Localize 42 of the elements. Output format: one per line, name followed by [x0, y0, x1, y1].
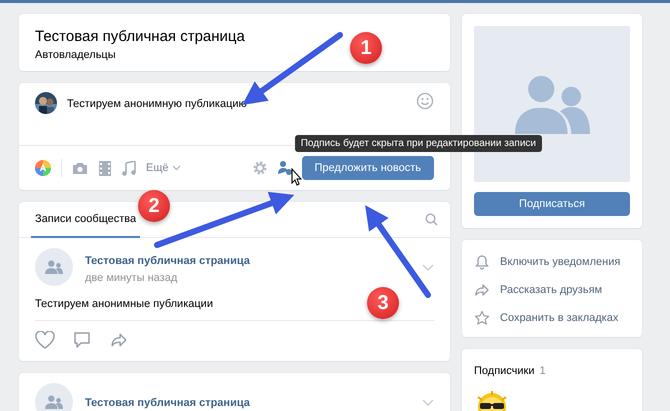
chevron-down-icon	[172, 165, 181, 171]
post-text: Тестируем анонимные публикации	[35, 298, 213, 310]
music-icon[interactable]	[122, 160, 136, 176]
chevron-down-icon[interactable]	[422, 398, 434, 406]
group-icon	[514, 74, 590, 134]
share-icon[interactable]	[109, 331, 129, 349]
palette-icon[interactable]	[35, 160, 51, 176]
more-button[interactable]: Ещё	[146, 162, 181, 174]
suggest-news-button[interactable]: Предложить новость	[302, 156, 434, 180]
post-author-link[interactable]: Тестовая публичная страница	[85, 254, 250, 266]
heart-icon[interactable]	[35, 331, 55, 349]
star-icon	[474, 310, 490, 326]
followers-count: 1	[540, 365, 546, 377]
smiley-icon[interactable]	[416, 92, 434, 110]
group-avatar[interactable]	[35, 248, 73, 286]
camera-icon[interactable]	[72, 161, 88, 175]
sidebar-action-link[interactable]: Рассказать друзьям	[462, 276, 642, 304]
film-icon[interactable]	[98, 160, 112, 176]
group-icon	[45, 394, 63, 410]
sidebar-action-link[interactable]: Сохранить в закладках	[462, 304, 642, 332]
action-label: Сохранить в закладках	[500, 312, 618, 324]
followers-label: Подписчики	[474, 365, 535, 377]
chevron-down-icon[interactable]	[422, 264, 434, 270]
group-subtitle: Автовладельцы	[35, 49, 117, 61]
sidebar-action-link[interactable]: Включить уведомления	[462, 248, 642, 276]
post-input-field[interactable]: Тестируем анонимную публикацию	[67, 92, 416, 110]
settings-icon[interactable]	[252, 160, 268, 176]
action-label: Включить уведомления	[500, 256, 620, 268]
share-icon	[474, 282, 490, 298]
group-title: Тестовая публичная страница	[35, 27, 246, 46]
action-label: Рассказать друзьям	[500, 284, 602, 296]
group-avatar[interactable]	[35, 383, 73, 411]
search-icon[interactable]	[425, 213, 438, 226]
group-icon	[45, 260, 63, 274]
comment-icon[interactable]	[73, 331, 91, 349]
cursor-icon	[292, 168, 302, 186]
subscribe-button[interactable]: Подписаться	[474, 192, 630, 216]
post-time: две минуты назад	[85, 272, 178, 284]
tooltip: Подпись будет скрыта при редактировании записи	[294, 135, 542, 152]
post-author-link[interactable]: Тестовая публичная страница	[85, 397, 250, 409]
anonymous-author-icon[interactable]	[278, 160, 292, 176]
bell-icon	[474, 254, 490, 270]
